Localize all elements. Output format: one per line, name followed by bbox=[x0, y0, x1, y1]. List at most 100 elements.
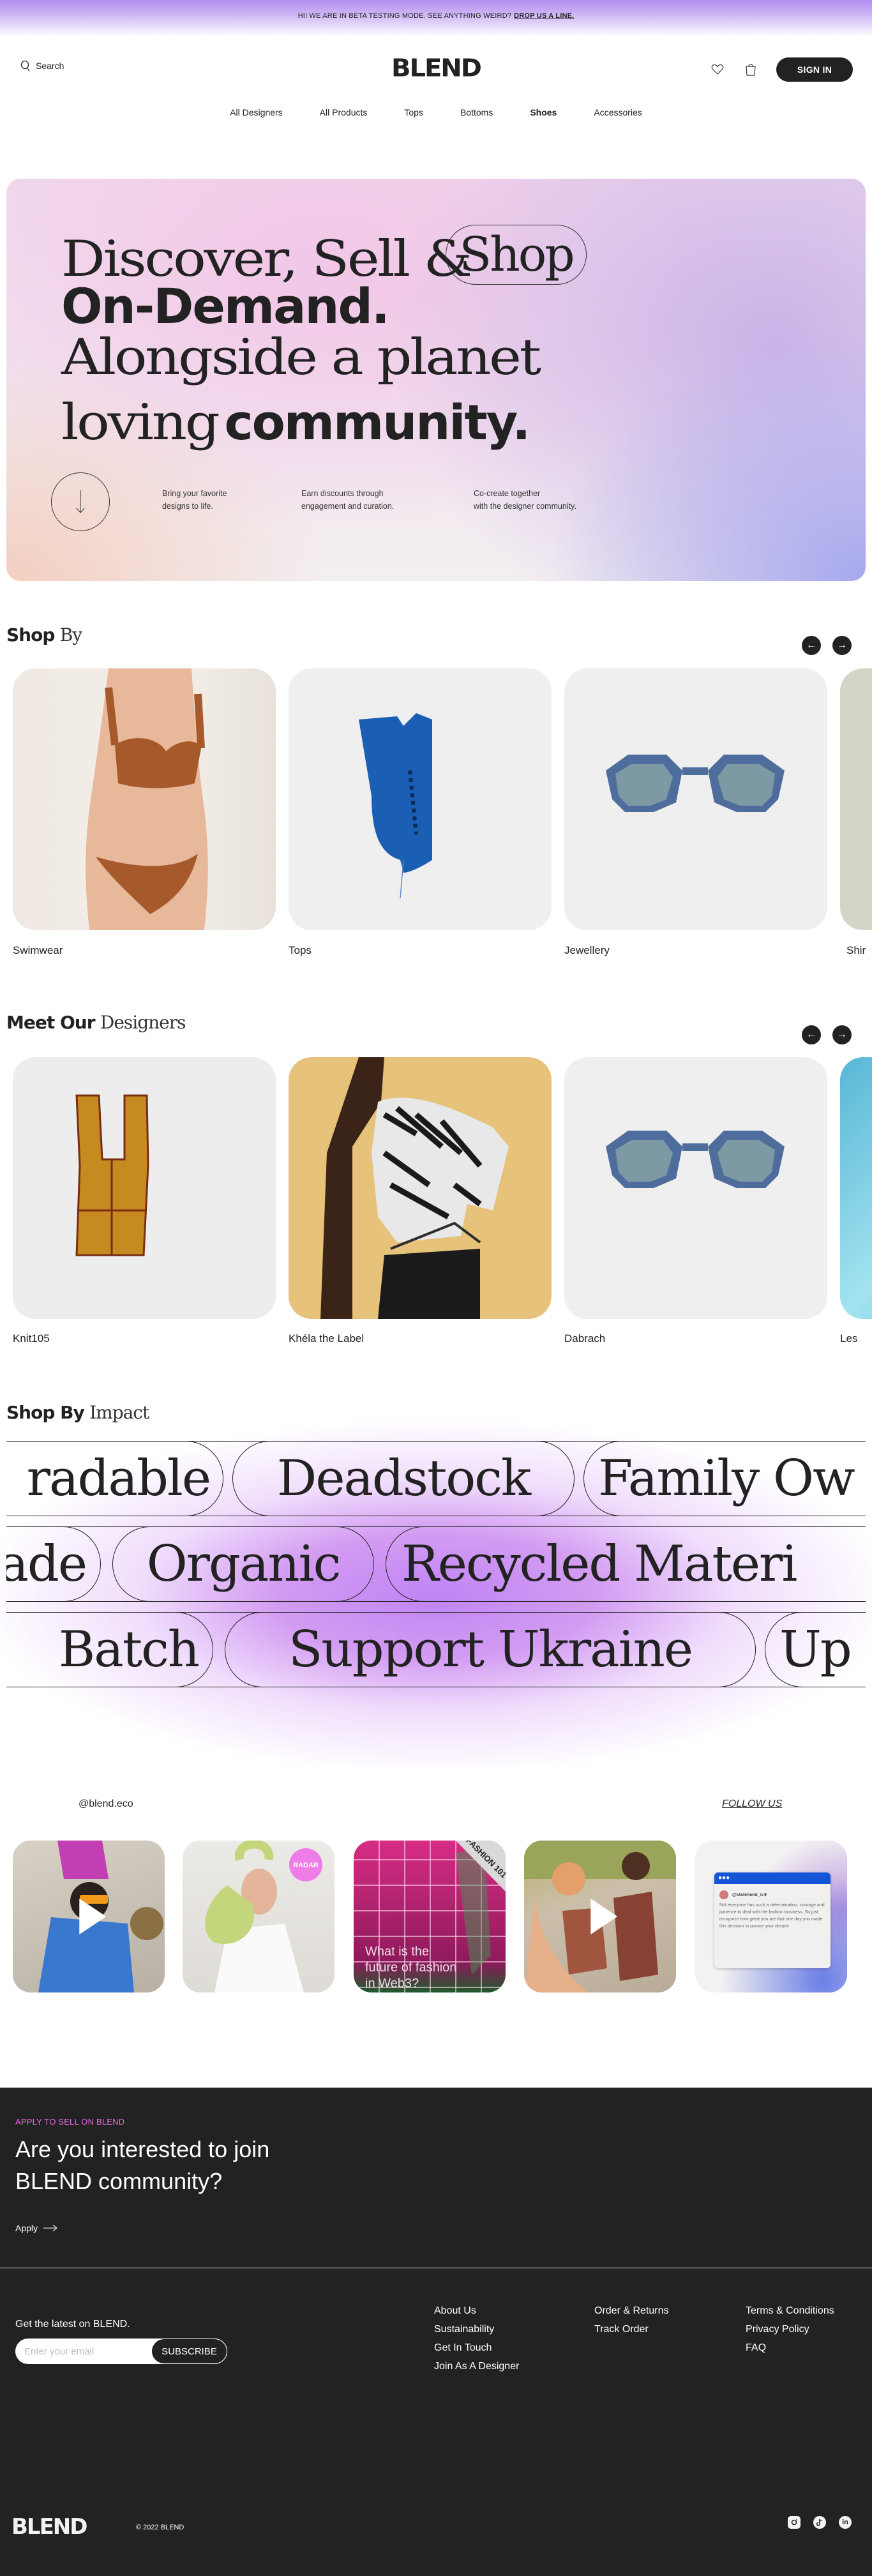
svg-text:in Web3?: in Web3? bbox=[365, 1977, 419, 1991]
instagram-icon[interactable] bbox=[788, 2516, 801, 2529]
scroll-down-button[interactable] bbox=[51, 472, 110, 531]
nav-item-accessories[interactable]: Accessories bbox=[594, 107, 642, 117]
search-button[interactable]: Search bbox=[20, 60, 64, 72]
footer-link[interactable]: Privacy Policy bbox=[746, 2323, 834, 2336]
social-links: in bbox=[788, 2516, 852, 2529]
designer-label[interactable]: Dabrach bbox=[564, 1332, 605, 1345]
play-icon bbox=[79, 1899, 107, 1934]
impact-pill[interactable]: Deadstock bbox=[232, 1442, 575, 1516]
subscribe-button[interactable]: SUBSCRIBE bbox=[151, 2339, 227, 2364]
announcement-link[interactable]: DROP US A LINE. bbox=[514, 12, 574, 20]
impact-heading: Shop By Impact bbox=[6, 1402, 149, 1423]
impact-pill[interactable]: Organic bbox=[112, 1527, 374, 1601]
impact-pill[interactable]: radable bbox=[6, 1442, 223, 1516]
impact-pill[interactable]: Support Ukraine bbox=[225, 1613, 756, 1687]
apply-link[interactable]: Apply bbox=[15, 2223, 58, 2233]
tops-image bbox=[359, 713, 432, 899]
impact-pill[interactable]: Recycled Materi bbox=[386, 1527, 866, 1601]
footer-link[interactable]: About Us bbox=[434, 2305, 519, 2317]
footer-link[interactable]: FAQ bbox=[746, 2342, 834, 2354]
nav-item-shoes[interactable]: Shoes bbox=[530, 107, 557, 117]
category-card-jewellery[interactable] bbox=[564, 668, 827, 930]
footer-link[interactable]: Sustainability bbox=[434, 2323, 519, 2336]
instagram-post[interactable] bbox=[13, 1841, 165, 1992]
post-image: FASHION 101 What is the future of fashio… bbox=[354, 1841, 506, 1992]
wishlist-button[interactable] bbox=[710, 62, 725, 77]
instagram-post[interactable]: RADAR bbox=[183, 1841, 335, 1992]
impact-row: ade Organic Recycled Materi bbox=[6, 1526, 866, 1602]
footer-link[interactable]: Terms & Conditions bbox=[746, 2305, 834, 2317]
quote-card-titlebar: ●●● bbox=[714, 1872, 831, 1884]
impact-pill[interactable]: Batch bbox=[6, 1613, 213, 1687]
carousel-next-button[interactable]: → bbox=[832, 636, 852, 655]
announcement-bar: HI! WE ARE IN BETA TESTING MODE. SEE ANY… bbox=[0, 0, 872, 37]
carousel-next-button[interactable]: → bbox=[832, 1025, 852, 1044]
hero-line-1: Discover, Sell & bbox=[61, 230, 472, 288]
zebra-top-image bbox=[320, 1057, 509, 1319]
footer-link[interactable]: Order & Returns bbox=[594, 2305, 668, 2317]
category-label[interactable]: Tops bbox=[289, 944, 312, 957]
tiktok-icon[interactable] bbox=[813, 2516, 826, 2529]
carousel-prev-button[interactable]: ← bbox=[802, 636, 821, 655]
instagram-post[interactable] bbox=[524, 1841, 676, 1992]
apply-title: Are you interested to join BLEND communi… bbox=[15, 2136, 270, 2194]
category-card-swimwear[interactable] bbox=[13, 668, 276, 930]
nav-item-all-designers[interactable]: All Designers bbox=[230, 107, 282, 117]
newsletter-label: Get the latest on BLEND. bbox=[15, 2319, 130, 2330]
impact-pill[interactable]: ade bbox=[6, 1527, 101, 1601]
designer-card-knit105[interactable] bbox=[13, 1057, 276, 1319]
impact-pill[interactable]: Family Ow bbox=[583, 1442, 866, 1516]
hero-headline: Discover, Sell &Shop On-Demand. Alongsid… bbox=[61, 225, 587, 462]
footer-link[interactable]: Track Order bbox=[594, 2323, 668, 2336]
swimwear-image bbox=[86, 668, 208, 930]
sign-in-button[interactable]: SIGN IN bbox=[776, 57, 853, 82]
quote-text: Not everyone has such a determination, c… bbox=[719, 1903, 825, 1929]
category-label[interactable]: Jewellery bbox=[564, 944, 610, 957]
heart-icon bbox=[711, 64, 724, 75]
nav-item-all-products[interactable]: All Products bbox=[320, 107, 368, 117]
impact-row: Batch Support Ukraine Up bbox=[6, 1612, 866, 1687]
footer-links-company: About Us Sustainability Get In Touch Joi… bbox=[434, 2305, 519, 2373]
site-header: Search BLEND SIGN IN bbox=[0, 50, 872, 88]
designers-heading: Meet Our Designers bbox=[6, 1012, 186, 1033]
footer-link[interactable]: Get In Touch bbox=[434, 2342, 519, 2354]
email-input[interactable] bbox=[15, 2346, 151, 2357]
carousel-prev-button[interactable]: ← bbox=[802, 1025, 821, 1044]
designer-label[interactable]: Les bbox=[840, 1332, 857, 1345]
hero-line-4-bold: community. bbox=[224, 394, 531, 451]
logo[interactable]: BLEND bbox=[391, 54, 482, 82]
footer-link[interactable]: Join As A Designer bbox=[434, 2360, 519, 2373]
designer-card-dabrach[interactable] bbox=[564, 1057, 827, 1319]
designers-carousel-nav: ← → bbox=[802, 1025, 852, 1044]
follow-us-link[interactable]: FOLLOW US bbox=[722, 1798, 782, 1810]
instagram-post[interactable]: ●●● @statement_n.9 Not everyone has such… bbox=[695, 1841, 847, 1992]
nav-item-bottoms[interactable]: Bottoms bbox=[460, 107, 493, 117]
play-icon bbox=[590, 1899, 618, 1934]
search-icon bbox=[20, 60, 30, 72]
designer-card-khela[interactable] bbox=[289, 1057, 552, 1319]
hero-feature: Bring your favorite designs to life. bbox=[162, 489, 227, 511]
hero-feature: Co-create together with the designer com… bbox=[474, 489, 576, 511]
quote-card: ●●● @statement_n.9 Not everyone has such… bbox=[714, 1872, 831, 1968]
announcement-text: HI! WE ARE IN BETA TESTING MODE. SEE ANY… bbox=[297, 12, 512, 20]
shop-by-carousel-nav: ← → bbox=[802, 636, 852, 655]
category-card-tops[interactable] bbox=[289, 668, 552, 930]
impact-pill[interactable]: Up bbox=[765, 1613, 866, 1687]
knit-vest-image bbox=[75, 1094, 149, 1256]
instagram-handle: @blend.eco bbox=[79, 1798, 133, 1809]
instagram-post[interactable]: FASHION 101 What is the future of fashio… bbox=[354, 1841, 506, 1992]
hero-line-2: On-Demand. bbox=[61, 278, 390, 335]
designer-card-les[interactable] bbox=[840, 1057, 872, 1319]
quote-user: @statement_n.9 bbox=[714, 1884, 831, 1902]
footer-logo[interactable]: BLEND bbox=[11, 2514, 87, 2540]
nav-item-tops[interactable]: Tops bbox=[404, 107, 423, 117]
category-label[interactable]: Shir bbox=[846, 944, 866, 957]
category-label[interactable]: Swimwear bbox=[13, 944, 63, 957]
shop-by-heading: Shop By bbox=[6, 624, 82, 645]
cart-button[interactable] bbox=[743, 62, 758, 77]
category-card-shirts[interactable] bbox=[840, 668, 872, 930]
designer-label[interactable]: Khéla the Label bbox=[289, 1332, 364, 1345]
linkedin-icon[interactable]: in bbox=[839, 2516, 852, 2529]
hero-shop-pill: Shop bbox=[446, 225, 587, 285]
designer-label[interactable]: Knit105 bbox=[13, 1332, 50, 1345]
